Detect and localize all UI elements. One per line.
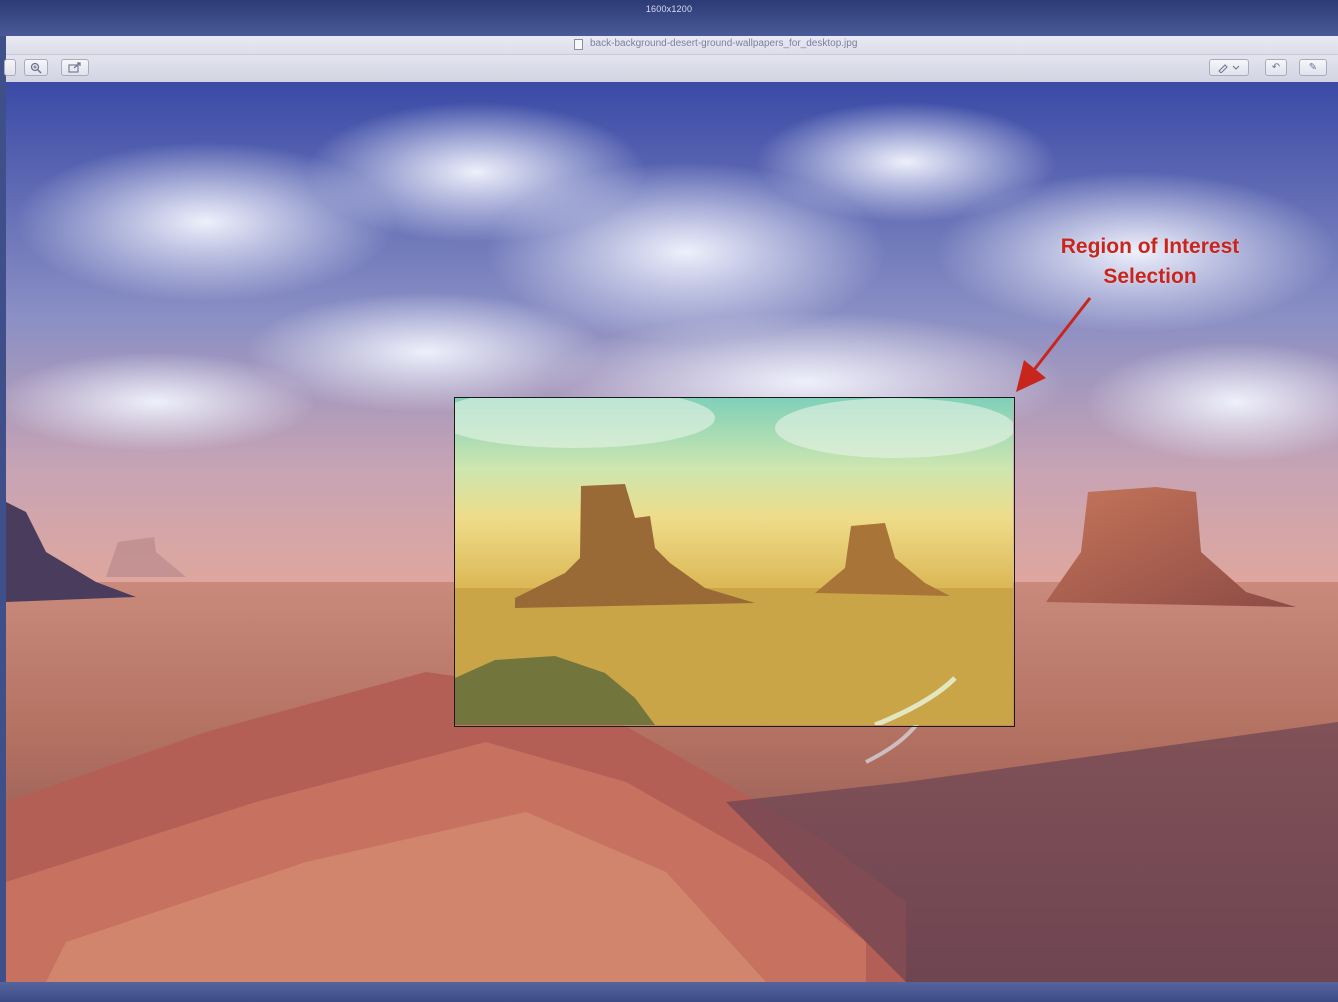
image-dimensions-label: 1600x1200 (645, 4, 693, 14)
share-icon (68, 62, 81, 73)
annotation-line-2: Selection (1103, 265, 1197, 288)
window-title-bar[interactable]: back-background-desert-ground-wallpapers… (6, 36, 1338, 55)
share-button[interactable] (61, 59, 89, 76)
annotation-arrow-icon (1016, 297, 1092, 392)
rotate-icon: ↶ (1271, 62, 1281, 73)
document-icon (574, 39, 583, 50)
zoom-out-button[interactable] (4, 59, 16, 76)
region-of-interest-selection[interactable] (435, 388, 1015, 728)
roi-highlight-image (435, 388, 1015, 728)
toolbar: ↶ ✎ (4, 55, 1338, 83)
edit-button[interactable]: ✎ (1299, 59, 1327, 76)
annotation-line-1: Region of Interest (1060, 235, 1240, 258)
edit-icon: ✎ (1308, 62, 1318, 73)
markup-button[interactable] (1209, 59, 1249, 76)
desktop-background-bottom (0, 982, 1338, 1002)
zoom-in-button[interactable] (24, 59, 48, 76)
window-title: back-background-desert-ground-wallpapers… (590, 38, 858, 49)
rotate-button[interactable]: ↶ (1265, 59, 1287, 76)
zoom-in-icon (30, 62, 42, 74)
desktop-background-top: 1600x1200 (0, 0, 1338, 36)
roi-annotation-label: Region of Interest Selection (1030, 232, 1270, 292)
pen-icon (1218, 64, 1240, 74)
